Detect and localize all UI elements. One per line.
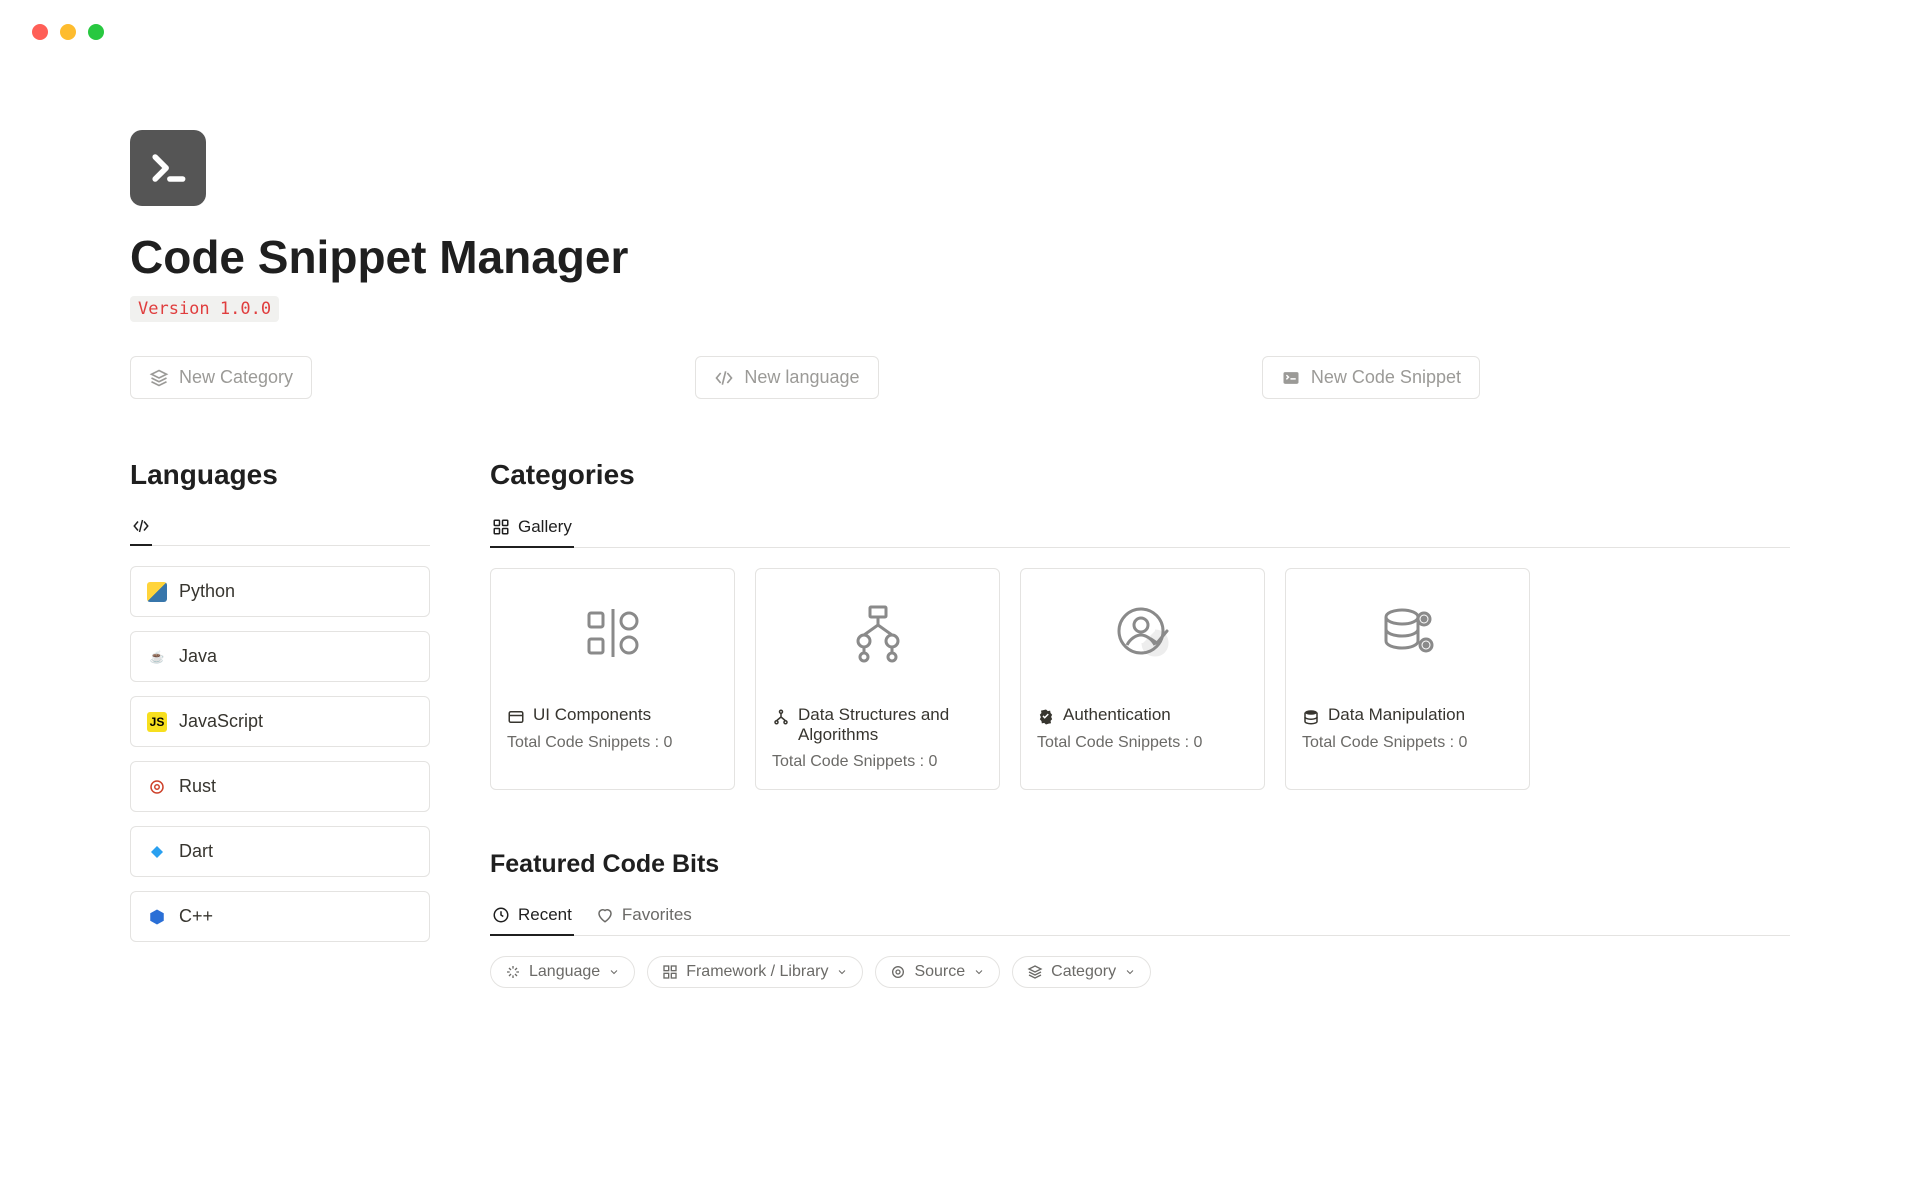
flowchart-icon [772, 708, 790, 726]
category-meta: Total Code Snippets : 0 [491, 726, 734, 770]
filter-row: Language Framework / Library Source Cate… [490, 956, 1790, 988]
gallery-icon [492, 518, 510, 536]
featured-title: Featured Code Bits [490, 850, 1790, 879]
heart-icon [596, 906, 614, 924]
target-icon [890, 964, 906, 980]
sparkle-icon [505, 964, 521, 980]
python-icon [147, 582, 167, 602]
rust-icon [147, 777, 167, 797]
code-icon [132, 517, 150, 535]
grid-icon [662, 964, 678, 980]
filter-label: Language [529, 963, 600, 981]
tab-label: Favorites [622, 905, 692, 925]
version-badge: Version 1.0.0 [130, 296, 279, 322]
category-name: Data Structures and Algorithms [798, 705, 983, 745]
new-category-label: New Category [179, 367, 293, 388]
category-card-dsa[interactable]: Data Structures and Algorithms Total Cod… [755, 568, 1000, 790]
category-meta: Total Code Snippets : 0 [1286, 726, 1529, 770]
category-thumb [1286, 569, 1529, 697]
language-item-python[interactable]: Python [130, 566, 430, 617]
filter-framework[interactable]: Framework / Library [647, 956, 863, 988]
filter-label: Category [1051, 963, 1116, 981]
layers-icon [149, 368, 169, 388]
terminal-icon [146, 146, 190, 190]
language-label: C++ [179, 906, 213, 927]
category-thumb [1021, 569, 1264, 697]
tab-favorites[interactable]: Favorites [594, 897, 694, 935]
language-label: Python [179, 581, 235, 602]
chevron-down-icon [973, 966, 985, 978]
cpp-icon [147, 907, 167, 927]
tab-recent[interactable]: Recent [490, 897, 574, 935]
language-item-rust[interactable]: Rust [130, 761, 430, 812]
category-meta: Total Code Snippets : 0 [1021, 726, 1264, 770]
js-icon: JS [147, 712, 167, 732]
new-snippet-button[interactable]: New Code Snippet [1262, 356, 1480, 399]
language-item-javascript[interactable]: JS JavaScript [130, 696, 430, 747]
chevron-down-icon [836, 966, 848, 978]
window-icon [507, 708, 525, 726]
verified-icon [1037, 708, 1055, 726]
category-name: Authentication [1063, 705, 1171, 725]
window-controls [0, 0, 1920, 40]
category-card-authentication[interactable]: Authentication Total Code Snippets : 0 [1020, 568, 1265, 790]
filter-label: Source [914, 963, 965, 981]
language-item-dart[interactable]: Dart [130, 826, 430, 877]
window-minimize-button[interactable] [60, 24, 76, 40]
languages-list: Python ☕ Java JS JavaScript Rust [130, 566, 430, 942]
category-card-ui-components[interactable]: UI Components Total Code Snippets : 0 [490, 568, 735, 790]
new-snippet-label: New Code Snippet [1311, 367, 1461, 388]
auth-icon [1111, 601, 1175, 665]
language-label: Java [179, 646, 217, 667]
language-label: Rust [179, 776, 216, 797]
tab-label: Recent [518, 905, 572, 925]
languages-title: Languages [130, 459, 430, 491]
language-label: Dart [179, 841, 213, 862]
data-manipulation-icon [1376, 601, 1440, 665]
categories-title: Categories [490, 459, 1790, 491]
category-thumb [491, 569, 734, 697]
java-icon: ☕ [147, 647, 167, 667]
snippet-icon [1281, 368, 1301, 388]
ui-components-icon [581, 601, 645, 665]
window-close-button[interactable] [32, 24, 48, 40]
new-language-button[interactable]: New language [695, 356, 878, 399]
window-maximize-button[interactable] [88, 24, 104, 40]
chevron-down-icon [1124, 966, 1136, 978]
app-icon [130, 130, 206, 206]
database-icon [1302, 708, 1320, 726]
category-thumb [756, 569, 999, 697]
dsa-icon [846, 601, 910, 665]
code-icon [714, 368, 734, 388]
categories-tabs: Gallery [490, 509, 1790, 548]
chevron-down-icon [608, 966, 620, 978]
category-card-data-manipulation[interactable]: Data Manipulation Total Code Snippets : … [1285, 568, 1530, 790]
new-language-label: New language [744, 367, 859, 388]
category-meta: Total Code Snippets : 0 [756, 745, 999, 789]
clock-icon [492, 906, 510, 924]
filter-label: Framework / Library [686, 963, 828, 981]
categories-grid: UI Components Total Code Snippets : 0 [490, 568, 1790, 790]
page-title: Code Snippet Manager [130, 230, 1790, 284]
tab-gallery[interactable]: Gallery [490, 509, 574, 547]
featured-tabs: Recent Favorites [490, 897, 1790, 936]
language-label: JavaScript [179, 711, 263, 732]
language-item-cpp[interactable]: C++ [130, 891, 430, 942]
filter-language[interactable]: Language [490, 956, 635, 988]
category-name: Data Manipulation [1328, 705, 1465, 725]
filter-category[interactable]: Category [1012, 956, 1151, 988]
action-row: New Category New language New Code Snipp… [130, 356, 1480, 399]
tab-label: Gallery [518, 517, 572, 537]
new-category-button[interactable]: New Category [130, 356, 312, 399]
layers-icon [1027, 964, 1043, 980]
languages-tabs [130, 509, 430, 546]
dart-icon [147, 842, 167, 862]
language-item-java[interactable]: ☕ Java [130, 631, 430, 682]
languages-tab-code[interactable] [130, 509, 152, 545]
category-name: UI Components [533, 705, 651, 725]
filter-source[interactable]: Source [875, 956, 1000, 988]
